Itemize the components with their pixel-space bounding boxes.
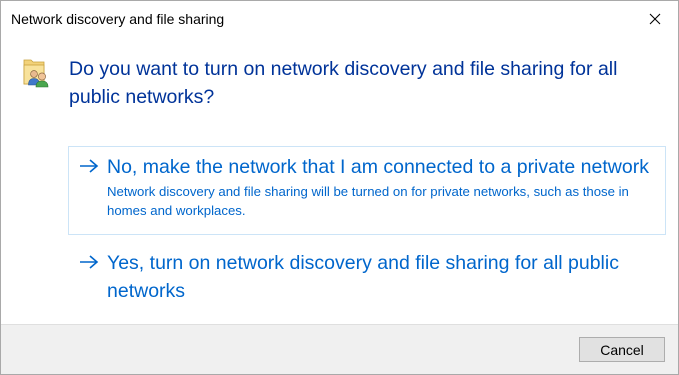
users-share-icon (23, 59, 49, 88)
option-private-network[interactable]: No, make the network that I am connected… (68, 146, 666, 235)
dialog-footer: Cancel (1, 324, 678, 374)
option-public-networks[interactable]: Yes, turn on network discovery and file … (68, 242, 666, 308)
network-discovery-dialog: Network discovery and file sharing Do yo… (0, 0, 679, 375)
arrow-right-icon (80, 255, 99, 269)
close-icon (649, 13, 661, 25)
dialog-question: Do you want to turn on network discovery… (69, 58, 618, 108)
title-bar: Network discovery and file sharing (1, 1, 678, 39)
arrow-right-icon (80, 159, 99, 173)
option-description: Network discovery and file sharing will … (107, 184, 629, 218)
window-title: Network discovery and file sharing (11, 11, 225, 27)
option-title: No, make the network that I am connected… (107, 156, 649, 178)
cancel-button[interactable]: Cancel (579, 337, 665, 362)
option-row: Yes, turn on network discovery and file … (79, 249, 655, 305)
close-button[interactable] (632, 1, 678, 37)
option-row: No, make the network that I am connected… (79, 153, 655, 220)
option-title: Yes, turn on network discovery and file … (107, 252, 619, 302)
